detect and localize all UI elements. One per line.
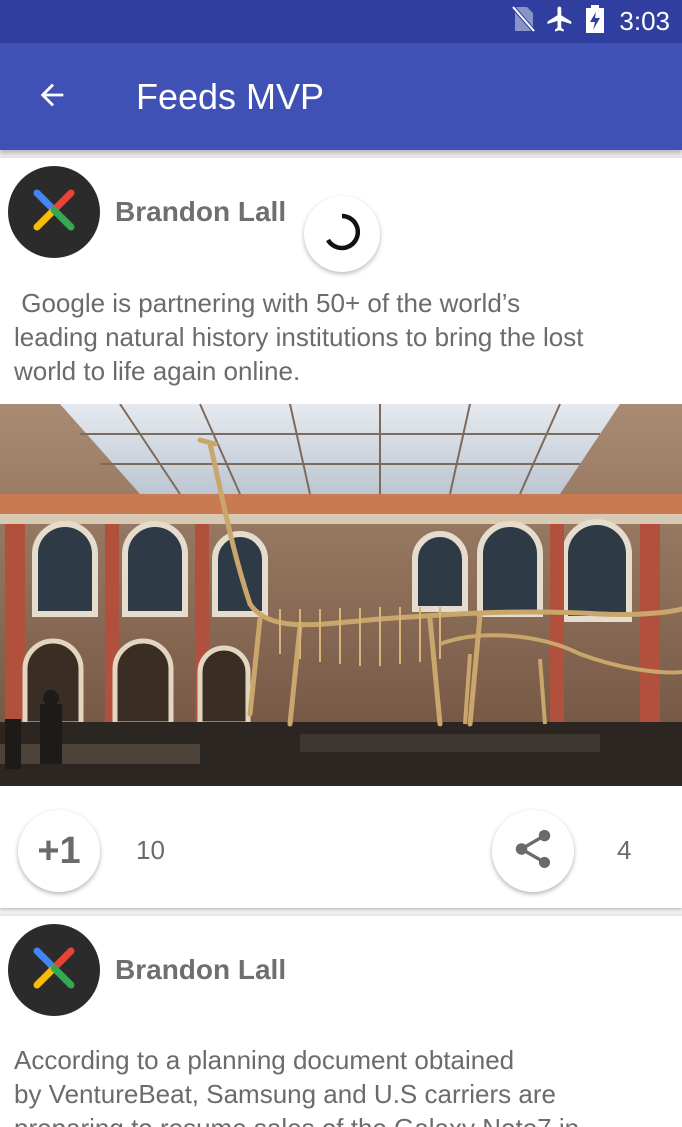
- plus-one-button[interactable]: +1: [18, 810, 100, 892]
- post-text: Google is partnering with 50+ of the wor…: [14, 288, 584, 386]
- back-button[interactable]: [26, 71, 78, 123]
- status-icons: 3:03: [511, 4, 670, 38]
- google-x-logo-icon: [29, 943, 79, 998]
- google-x-logo-icon: [29, 185, 79, 240]
- status-bar: 3:03: [0, 0, 682, 43]
- no-sim-icon: [511, 5, 536, 38]
- battery-charging-icon: [585, 4, 605, 39]
- loading-indicator: [304, 196, 380, 272]
- share-count: 4: [617, 835, 632, 865]
- arrow-left-icon: [35, 78, 69, 117]
- app-title: Feeds MVP: [136, 76, 325, 117]
- avatar[interactable]: [8, 166, 100, 258]
- clock: 3:03: [619, 5, 670, 36]
- post-text: According to a planning document obtaine…: [14, 1045, 579, 1127]
- avatar[interactable]: [8, 924, 100, 1016]
- feed-card: Brandon Lall Google is partnering with 5…: [0, 158, 682, 908]
- plus-one-label: +1: [37, 829, 81, 872]
- progress-spinner-icon: [320, 210, 364, 259]
- airplane-mode-icon: [545, 4, 575, 39]
- plus-one-count: 10: [136, 835, 165, 865]
- share-button[interactable]: [492, 810, 574, 892]
- app-bar: Feeds MVP: [0, 43, 682, 150]
- post-image[interactable]: [0, 404, 682, 786]
- share-icon: [510, 826, 556, 877]
- author-name[interactable]: Brandon Lall: [115, 954, 286, 986]
- feed-card: Brandon Lall According to a planning doc…: [0, 916, 682, 1127]
- feed-list[interactable]: Brandon Lall Google is partnering with 5…: [0, 150, 682, 1127]
- author-name[interactable]: Brandon Lall: [115, 196, 286, 228]
